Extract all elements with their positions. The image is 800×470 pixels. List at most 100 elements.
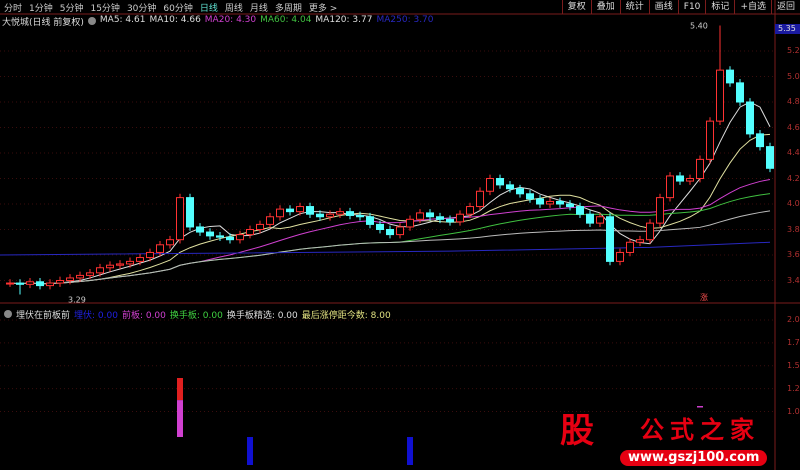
price-tick: 5.20 [787,46,800,55]
candle-up [176,197,184,241]
limit-up-mark: 涨 [700,292,708,302]
toolbar-button[interactable]: 返回 [770,0,800,14]
candle-up [476,190,484,208]
candle-up [616,251,624,262]
period-tab[interactable]: 15分钟 [90,1,119,14]
candle-up [636,239,644,243]
period-tab[interactable]: 多周期 [275,1,302,14]
price-tick: 3.80 [787,224,800,234]
period-tab[interactable]: 60分钟 [163,1,192,14]
candle-down [366,216,374,225]
toolbar-button[interactable]: 统计 [619,0,649,14]
settings-icon[interactable] [4,310,12,318]
candle-up [146,251,154,259]
candle-up [406,218,414,228]
candle-up [56,280,64,284]
period-tab[interactable]: 日线 [200,1,218,14]
candle-down [606,216,614,262]
toolbar-button[interactable]: 叠加 [590,0,620,14]
indicator-bar [177,378,183,401]
ma-legend: 大悦城(日线 前复权) MA5: 4.61 MA10: 4.66 MA20: 4.3… [2,15,434,28]
candle-down [536,198,544,205]
candle-down [756,133,764,148]
price-tick: 5.00 [787,71,800,81]
period-tab[interactable]: 30分钟 [127,1,156,14]
candle-down [286,208,294,213]
candle-down [216,235,224,238]
candle-up [596,216,604,224]
candle-down [766,146,774,169]
settings-icon[interactable] [87,17,96,25]
candle-up [686,178,694,182]
candle-up [666,175,674,199]
candle-down [226,236,234,241]
candle-down [376,223,384,230]
toolbar-button[interactable]: 复权 [561,0,591,14]
candle-up [26,281,34,285]
ma5-line [9,101,771,285]
candle-down [316,213,324,218]
candle-down [346,211,354,216]
candle-up [706,120,714,160]
period-tab[interactable]: 1分钟 [29,1,53,14]
indicator-legend: 埋伏在前板前 埋伏: 0.00 前板: 0.00 换手板: 0.00 换手板精选: 0… [4,308,391,321]
candle-up [466,206,474,215]
candle-down [186,197,194,228]
candle-down [386,229,394,236]
stock-name[interactable]: 大悦城(日线 前复权) [2,15,84,28]
candle-up [46,282,54,287]
period-tab[interactable]: 分时 [4,1,22,14]
indicator-tick: 1.25 [787,383,800,393]
ma-value: MA120: 3.77 [315,15,373,25]
candle-up [416,212,424,220]
candle-up [136,257,144,262]
indicator-value: 换手板: 0.00 [169,311,223,321]
period-tab[interactable]: 周线 [225,1,243,14]
candle-down [356,214,364,218]
candle-up [116,263,124,266]
indicator-name[interactable]: 埋伏在前板前 [16,308,70,321]
indicator-tick: 2.00 [787,315,800,324]
candle-down [566,203,574,208]
candle-down [556,200,564,205]
toolbar-button[interactable]: 标记 [705,0,734,14]
kline-chart[interactable]: 5.40 3.29 涨 [0,0,800,470]
indicator-tick: 1.75 [787,337,800,347]
candle-down [196,226,204,233]
ma-value: MA10: 4.66 [149,15,201,25]
indicator-value: 前板: 0.00 [121,311,166,321]
candle-down [526,193,534,200]
ma-value: MA250: 3.70 [376,15,434,25]
current-price-label: 5.35 [775,24,800,34]
low-label: 3.29 [68,296,86,305]
period-tab[interactable]: 更多 > [309,1,337,14]
candle-down [726,69,734,84]
candle-down [736,82,744,103]
indicator-bar [697,406,703,408]
period-tab[interactable]: 月线 [250,1,268,14]
candle-up [6,282,14,285]
candle-up [336,211,344,215]
watermark-logo: 股 [560,411,594,451]
candle-up [266,216,274,225]
price-tick: 4.20 [787,173,800,183]
candle-down [426,212,434,218]
candle-down [36,281,44,287]
candle-up [296,206,304,213]
indicator-value: 换手板精选: 0.00 [226,311,298,321]
ma-value: MA5: 4.61 [99,15,146,25]
candle-down [506,184,514,190]
candle-up [76,274,84,279]
high-label: 5.40 [690,22,708,31]
price-tick: 4.40 [787,148,800,157]
period-tab[interactable]: 5分钟 [60,1,84,14]
indicator-value: 埋伏: 0.00 [74,311,118,321]
toolbar-button[interactable]: +自选 [734,0,771,14]
price-tick: 4.60 [787,122,800,132]
candle-down [446,218,454,223]
candle-up [156,244,164,253]
indicator-bar [177,400,183,437]
candle-up [696,158,704,179]
toolbar-button[interactable]: 画线 [648,0,678,14]
toolbar-button[interactable]: F10 [677,0,706,14]
